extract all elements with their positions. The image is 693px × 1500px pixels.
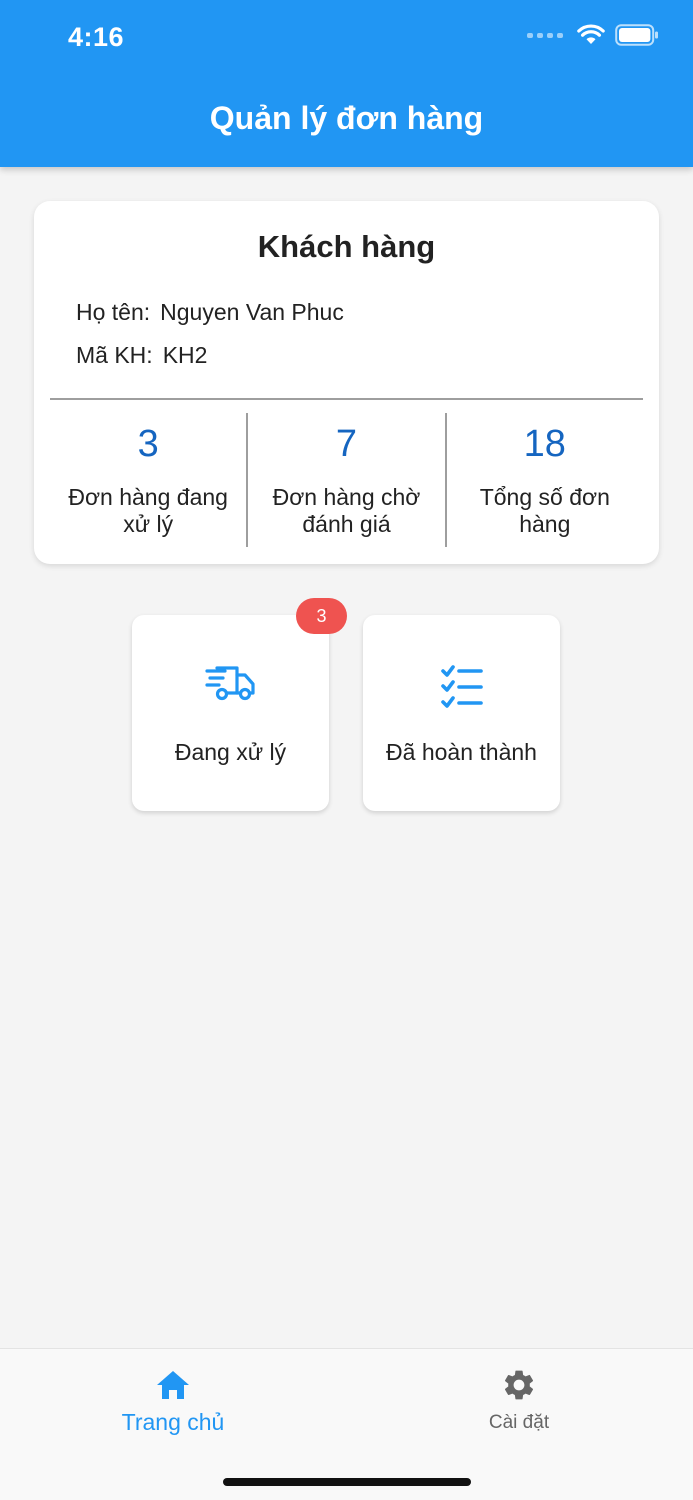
checklist-icon (363, 665, 560, 711)
stat-value: 18 (523, 423, 566, 465)
cellular-signal-icon (527, 32, 563, 38)
completed-tile-label: Đã hoàn thành (386, 739, 537, 765)
customer-card: Khách hàng Họ tên: Nguyen Van Phuc Mã KH… (34, 201, 659, 564)
nav-label-home: Trang chủ (121, 1409, 225, 1435)
customer-id-label: Mã KH: (76, 342, 153, 368)
nav-label-settings: Cài đặt (488, 1412, 550, 1433)
status-time: 4:16 (68, 22, 125, 52)
app-header: 4:16 Quản lý đơn hàng (0, 0, 693, 167)
status-icons (527, 24, 659, 46)
stat-label: Tổng số đơn hàng (479, 484, 610, 537)
customer-name-row: Họ tên: Nguyen Van Phuc (76, 299, 344, 326)
processing-count-badge: 3 (296, 598, 347, 634)
stat-value: 7 (335, 423, 358, 465)
delivery-truck-icon (132, 665, 329, 703)
completed-orders-tile[interactable]: Đã hoàn thành (363, 615, 560, 811)
stat-awaiting-review: 7 Đơn hàng chờ đánh giá (246, 413, 444, 547)
processing-orders-tile[interactable]: Đang xử lý (132, 615, 329, 811)
customer-id-row: Mã KH: KH2 (76, 342, 207, 369)
processing-tile-label: Đang xử lý (174, 739, 287, 765)
card-divider (50, 398, 643, 400)
page-title: Quản lý đơn hàng (209, 100, 484, 136)
customer-name-label: Họ tên: (76, 299, 151, 325)
stat-processing: 3 Đơn hàng đang xử lý (50, 413, 246, 547)
order-stats: 3 Đơn hàng đang xử lý 7 Đơn hàng chờ đán… (50, 413, 643, 547)
home-icon (73, 1367, 273, 1403)
wifi-icon (577, 24, 605, 44)
stat-total-orders: 18 Tổng số đơn hàng (444, 413, 643, 547)
nav-item-home[interactable]: Trang chủ (73, 1367, 273, 1436)
customer-id-value: KH2 (162, 342, 208, 368)
gear-icon (419, 1367, 619, 1403)
stat-label: Đơn hàng đang xử lý (68, 484, 228, 537)
stat-value: 3 (137, 423, 159, 465)
home-indicator[interactable] (223, 1478, 471, 1486)
customer-card-title: Khách hàng (257, 229, 436, 264)
nav-item-settings[interactable]: Cài đặt (419, 1367, 619, 1434)
battery-icon (615, 24, 658, 46)
customer-name-value: Nguyen Van Phuc (160, 299, 344, 325)
stat-label: Đơn hàng chờ đánh giá (272, 484, 421, 537)
